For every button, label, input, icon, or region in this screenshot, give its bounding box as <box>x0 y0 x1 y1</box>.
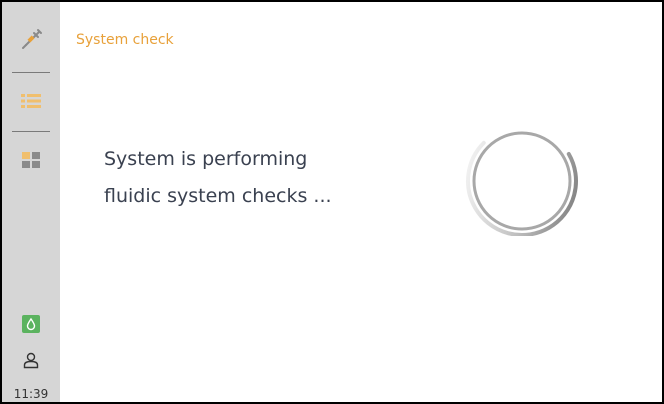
sidebar-item-fluid[interactable] <box>2 304 60 344</box>
sidebar: 11:39 <box>2 2 60 402</box>
list-icon <box>21 94 41 108</box>
sidebar-item-syringe[interactable] <box>2 20 60 60</box>
water-drop-icon <box>22 315 40 333</box>
sidebar-divider <box>12 131 50 132</box>
user-icon <box>23 352 39 369</box>
app-window: 11:39 System check System is performing … <box>0 0 664 404</box>
syringe-icon <box>22 29 42 49</box>
sidebar-item-dashboard[interactable] <box>2 140 60 180</box>
clock: 11:39 <box>13 387 49 401</box>
sidebar-item-user[interactable] <box>2 340 60 380</box>
page-title: System check <box>76 32 174 48</box>
dashboard-icon <box>22 152 40 168</box>
status-message-line-1: System is performing <box>104 148 308 170</box>
sidebar-divider <box>12 72 50 73</box>
loading-spinner-icon <box>466 126 578 236</box>
status-message-line-2: fluidic system checks ... <box>104 185 332 207</box>
sidebar-item-list[interactable] <box>2 81 60 121</box>
